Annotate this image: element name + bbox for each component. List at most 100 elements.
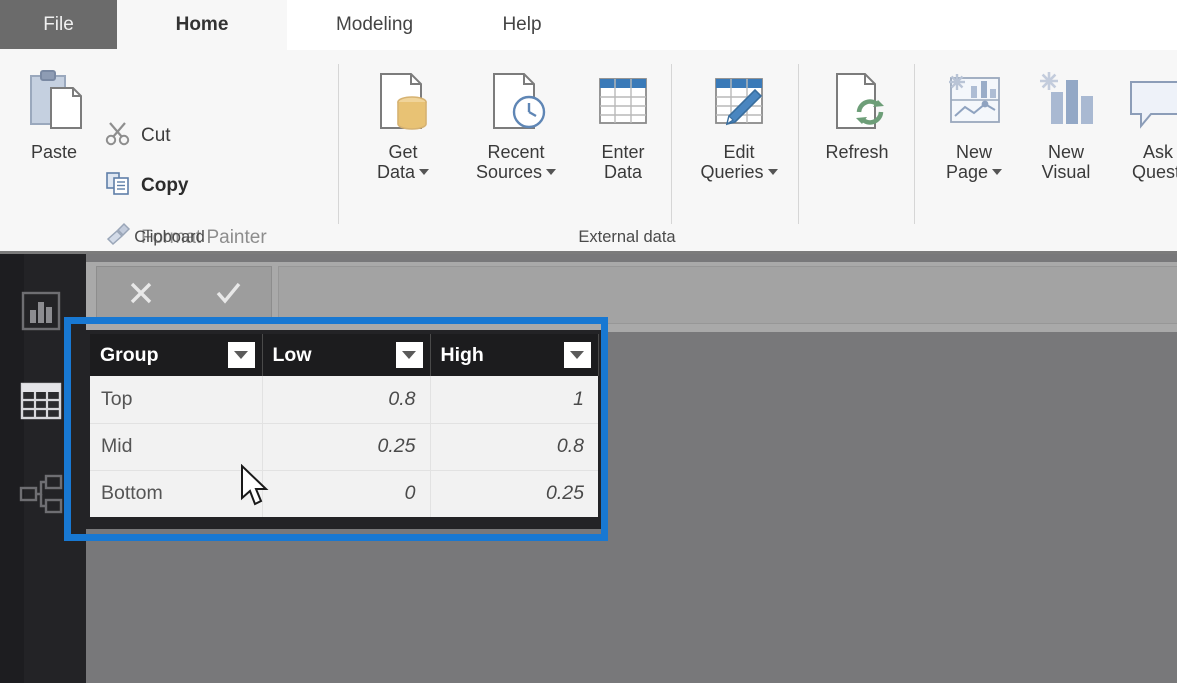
new-visual-label-line2: Visual (1042, 162, 1091, 182)
chevron-down-icon[interactable] (768, 169, 778, 175)
recent-sources-icon (457, 60, 575, 138)
power-bi-window: File Home Modeling Help (0, 0, 1177, 683)
check-icon[interactable] (211, 276, 245, 315)
ask-question-label-line2: Questi (1132, 162, 1177, 182)
ribbon-body: Paste Cut (0, 50, 1177, 254)
external-data-group-label: External data (339, 228, 915, 247)
cell-low[interactable]: 0.25 (262, 423, 430, 470)
get-data-label-line2: Data (377, 162, 415, 182)
edit-queries-label-line1: Edit (723, 142, 754, 162)
cut-button[interactable]: Cut (105, 120, 171, 151)
tab-file-label: File (43, 14, 74, 36)
enter-data-label-line1: Enter (601, 142, 644, 162)
copy-icon (105, 170, 131, 201)
new-page-label-line2: Page (946, 162, 988, 182)
copy-button[interactable]: Copy (105, 170, 189, 201)
tab-home[interactable]: Home (117, 0, 287, 50)
ask-question-icon (1113, 60, 1177, 138)
filter-dropdown-low[interactable] (396, 342, 423, 368)
ribbon-tabstrip: File Home Modeling Help (0, 0, 1177, 50)
refresh-label: Refresh (803, 142, 911, 162)
chevron-down-icon[interactable] (419, 169, 429, 175)
get-data-icon (355, 60, 451, 138)
tab-modeling[interactable]: Modeling (287, 0, 462, 50)
cut-label: Cut (141, 125, 171, 147)
edit-queries-icon (679, 60, 799, 138)
column-header-low-label: Low (273, 344, 312, 366)
table-header-row: Group Low High (90, 334, 598, 376)
enter-data-label-line2: Data (604, 162, 642, 182)
tabstrip-filler (582, 0, 1177, 50)
left-navigation-bar (0, 254, 86, 683)
cell-high[interactable]: 0.8 (430, 423, 598, 470)
ribbon-group-external-data: Get Data Recent Sources (339, 50, 915, 251)
column-header-high-label: High (441, 344, 484, 366)
cell-high[interactable]: 1 (430, 376, 598, 423)
cell-low[interactable]: 0.8 (262, 376, 430, 423)
new-page-label-line1: New (956, 142, 992, 162)
column-header-group[interactable]: Group (90, 334, 262, 376)
table-row[interactable]: Bottom 0 0.25 (90, 470, 598, 517)
recent-sources-label-line2: Sources (476, 162, 542, 182)
column-header-low[interactable]: Low (262, 334, 430, 376)
tab-home-label: Home (176, 14, 229, 36)
chevron-down-icon (234, 351, 248, 359)
recent-sources-button[interactable]: Recent Sources (457, 60, 575, 183)
cell-group[interactable]: Mid (90, 423, 262, 470)
refresh-icon (803, 60, 911, 138)
cell-group[interactable]: Top (90, 376, 262, 423)
group-separator (671, 64, 672, 224)
chevron-down-icon (402, 351, 416, 359)
formula-input[interactable] (278, 266, 1177, 324)
new-page-button[interactable]: New Page (929, 60, 1019, 183)
formula-bar-buttons (96, 266, 272, 324)
edit-queries-label-line2: Queries (700, 162, 763, 182)
cell-high[interactable]: 0.25 (430, 470, 598, 517)
report-view-icon (18, 321, 64, 338)
chevron-down-icon (570, 351, 584, 359)
tab-help-label: Help (502, 14, 541, 36)
clipboard-group-label: Clipboard (0, 228, 339, 247)
enter-data-icon (579, 60, 667, 138)
data-table: Group Low High Top 0.8 (90, 334, 599, 517)
paste-icon (16, 60, 92, 138)
table-row[interactable]: Top 0.8 1 (90, 376, 598, 423)
edit-queries-button[interactable]: Edit Queries (679, 60, 799, 183)
get-data-button[interactable]: Get Data (355, 60, 451, 183)
tab-modeling-label: Modeling (336, 14, 413, 36)
ask-question-label-line1: Ask (1143, 142, 1173, 162)
paste-button[interactable]: Paste (16, 60, 92, 162)
scissors-icon (105, 120, 131, 151)
ribbon-group-clipboard: Paste Cut (0, 50, 339, 251)
group-separator (798, 64, 799, 224)
table-row[interactable]: Mid 0.25 0.8 (90, 423, 598, 470)
column-header-high[interactable]: High (430, 334, 598, 376)
new-visual-label-line1: New (1048, 142, 1084, 162)
data-table-panel: Group Low High Top 0.8 (86, 330, 602, 529)
paste-label: Paste (16, 142, 92, 162)
cell-group[interactable]: Bottom (90, 470, 262, 517)
cell-low[interactable]: 0 (262, 470, 430, 517)
nav-report-view[interactable] (18, 288, 64, 334)
nav-model-view[interactable] (18, 472, 64, 518)
close-icon[interactable] (124, 276, 158, 315)
new-visual-icon (1021, 60, 1111, 138)
ask-question-button[interactable]: Ask Questi (1113, 60, 1177, 183)
data-view-icon (18, 411, 64, 428)
chevron-down-icon[interactable] (546, 169, 556, 175)
nav-data-view[interactable] (18, 378, 64, 424)
refresh-button[interactable]: Refresh (803, 60, 911, 162)
recent-sources-label-line1: Recent (487, 142, 544, 162)
new-visual-button[interactable]: New Visual (1021, 60, 1111, 183)
model-view-icon (18, 505, 64, 522)
enter-data-button[interactable]: Enter Data (579, 60, 667, 183)
filter-dropdown-high[interactable] (564, 342, 591, 368)
chevron-down-icon[interactable] (992, 169, 1002, 175)
column-header-group-label: Group (100, 344, 159, 366)
tab-help[interactable]: Help (462, 0, 582, 50)
tab-file[interactable]: File (0, 0, 117, 49)
new-page-icon (929, 60, 1019, 138)
ribbon-group-insert: New Page New (915, 50, 1177, 251)
get-data-label-line1: Get (388, 142, 417, 162)
filter-dropdown-group[interactable] (228, 342, 255, 368)
